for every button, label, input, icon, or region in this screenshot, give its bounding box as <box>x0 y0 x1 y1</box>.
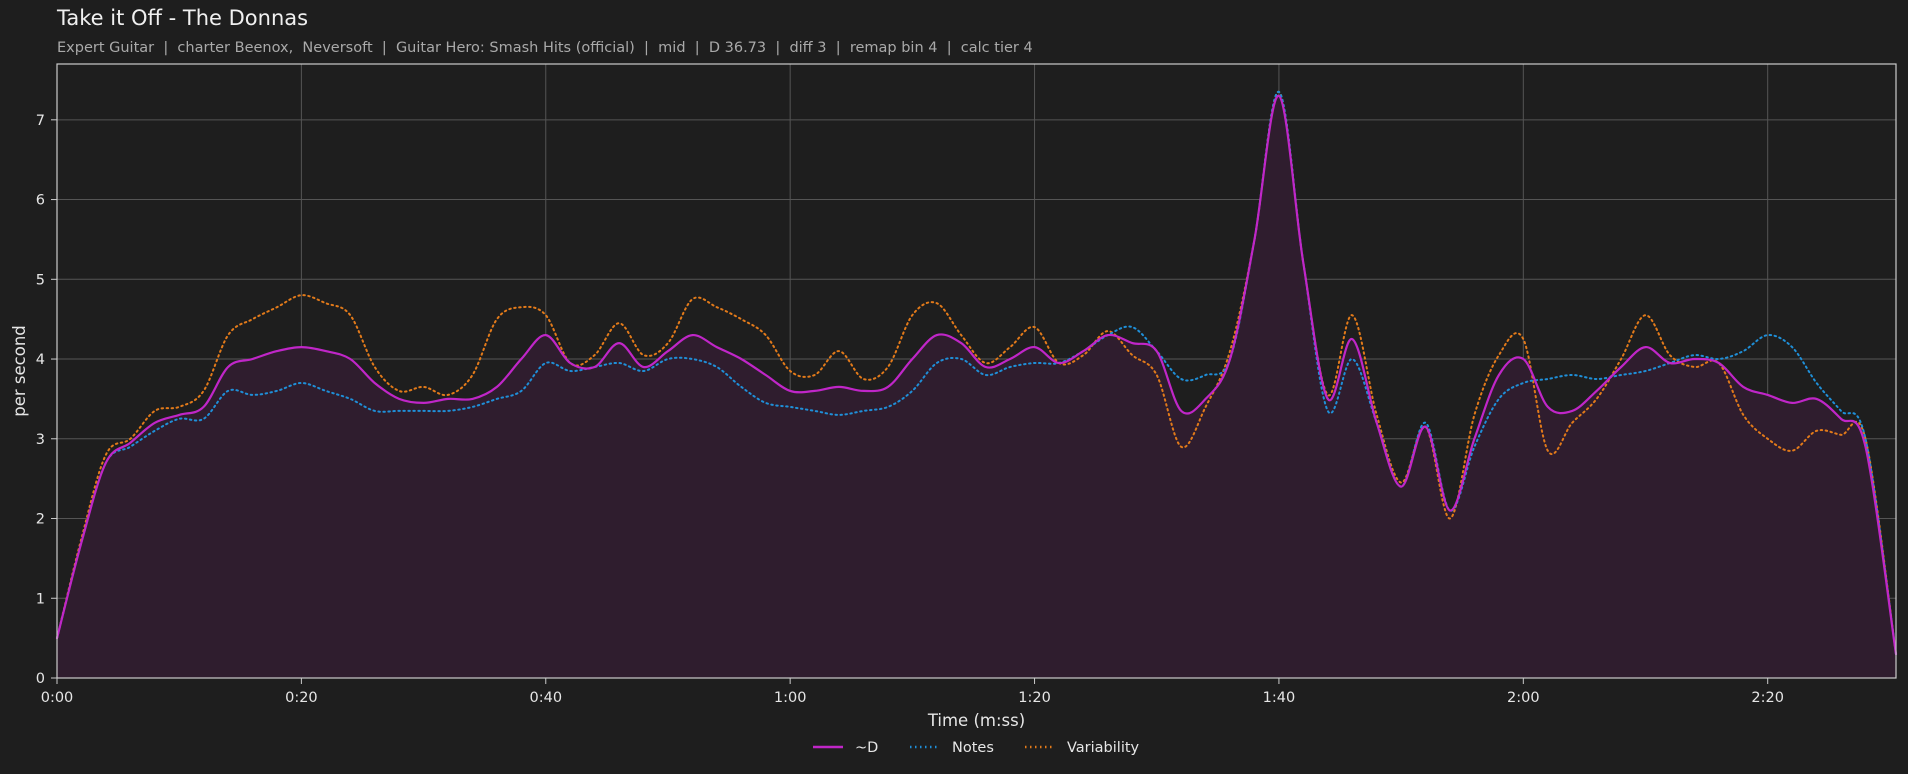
y-tick-label: 5 <box>36 272 45 288</box>
y-tick-label: 0 <box>36 671 45 687</box>
x-tick-label: 0:20 <box>285 690 318 706</box>
x-tick-label: 1:00 <box>774 690 807 706</box>
legend-item-notes: Notes <box>910 740 994 756</box>
legend-label: Notes <box>952 740 994 756</box>
legend-label: Variability <box>1067 740 1140 756</box>
y-tick-label: 3 <box>36 432 45 448</box>
x-axis-ticks: 0:00 0:20 0:40 1:00 1:20 1:40 2:00 2:20 <box>41 678 1784 706</box>
x-tick-label: 0:00 <box>41 690 74 706</box>
x-tick-label: 1:20 <box>1018 690 1051 706</box>
y-tick-label: 4 <box>36 352 45 368</box>
x-tick-label: 2:00 <box>1507 690 1540 706</box>
x-tick-label: 1:40 <box>1263 690 1296 706</box>
legend-label: ~D <box>855 740 878 756</box>
y-tick-label: 6 <box>36 193 45 209</box>
y-tick-label: 2 <box>36 512 45 528</box>
y-axis-label: per second <box>10 325 29 417</box>
x-axis-label: Time (m:ss) <box>927 711 1025 730</box>
legend: ~D Notes Variability <box>813 740 1140 756</box>
legend-item-variability: Variability <box>1025 740 1140 756</box>
y-axis-ticks: 0 1 2 3 4 5 6 7 <box>36 113 57 687</box>
legend-item-d: ~D <box>813 740 878 756</box>
y-tick-label: 1 <box>36 591 45 607</box>
x-tick-label: 2:20 <box>1751 690 1784 706</box>
y-tick-label: 7 <box>36 113 45 129</box>
chart-canvas: 0:00 0:20 0:40 1:00 1:20 1:40 2:00 2:20 0 1 2 3 4 5 6… <box>10 63 1898 756</box>
x-tick-label: 0:40 <box>529 690 562 706</box>
